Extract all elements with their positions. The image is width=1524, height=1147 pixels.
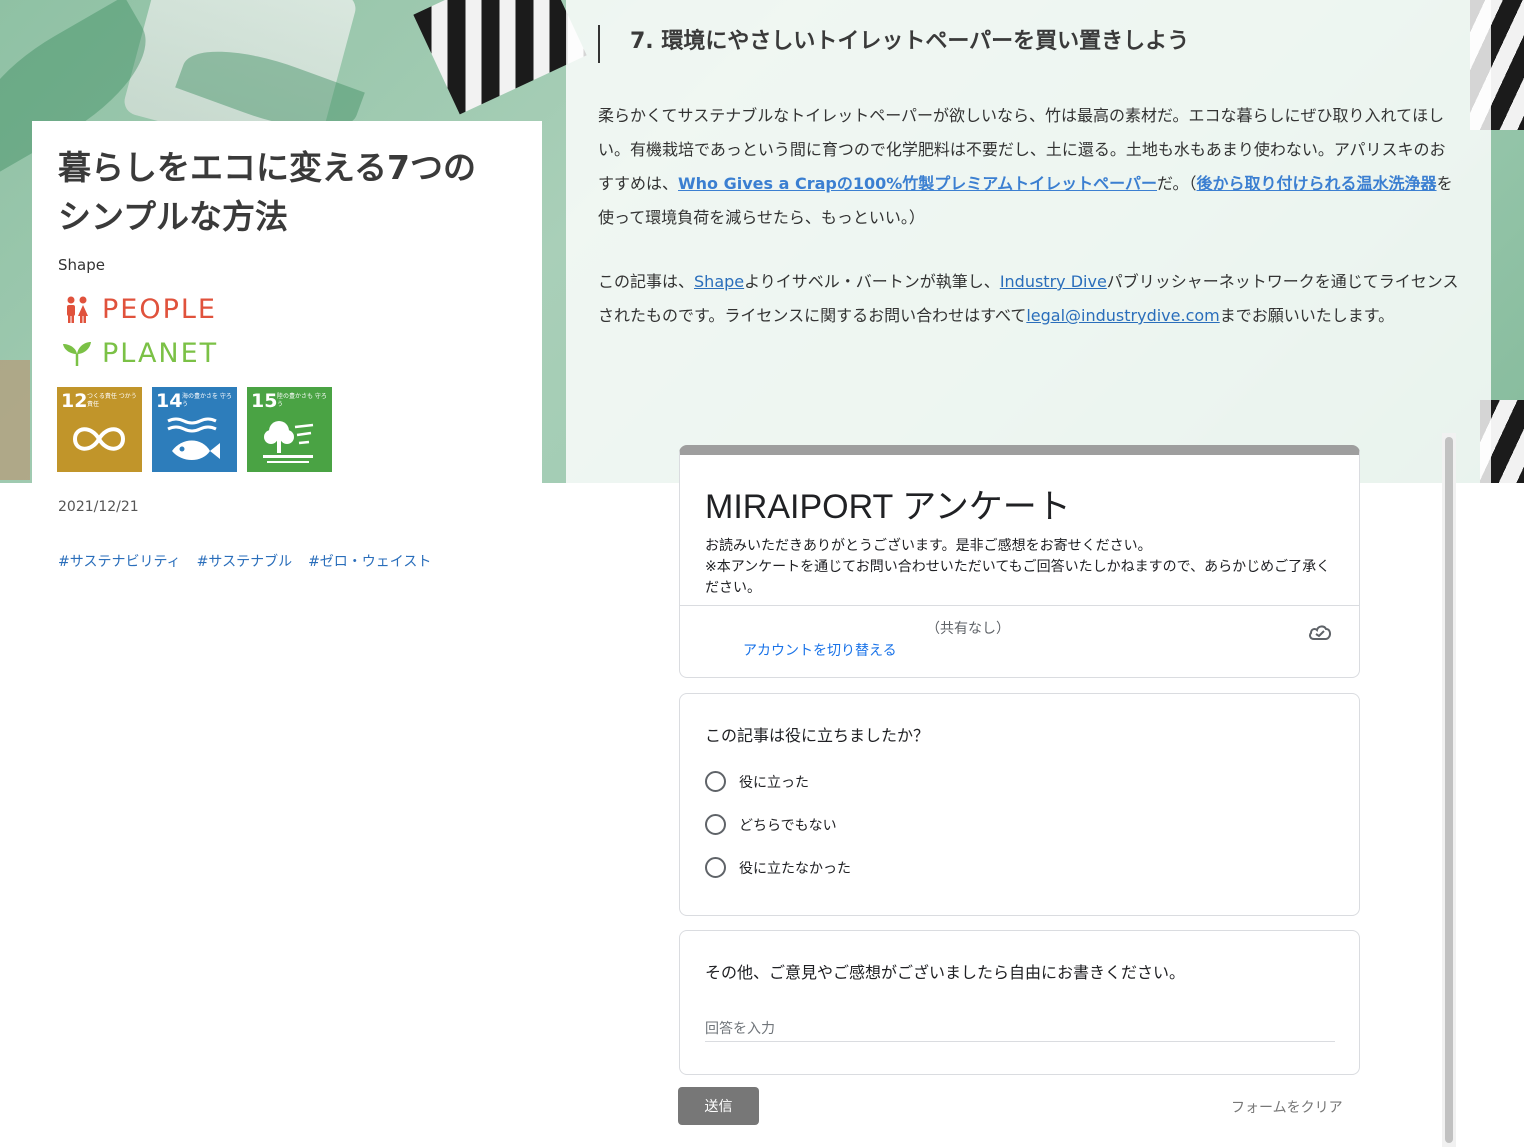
category-people-label: PEOPLE [102, 294, 217, 325]
tree-icon [263, 421, 314, 463]
article-source: Shape [58, 256, 105, 274]
scrollbar-thumb[interactable] [1445, 437, 1453, 1143]
radio-button[interactable] [705, 857, 726, 878]
question-card-helpful: この記事は役に立ちましたか？ 役に立った どちらでもない 役に立たなかった [679, 693, 1360, 916]
article-title-line: 暮らしをエコに変える7つの [58, 148, 476, 187]
sdg-label: 海の豊かさを 守ろう [182, 393, 232, 408]
radio-button[interactable] [705, 814, 726, 835]
article-title-line: シンプルな方法 [58, 197, 289, 236]
question-label: その他、ご意見やご感想がございましたら自由にお書きください。 [705, 963, 1186, 982]
sdg-label: つくる責任 つかう責任 [87, 393, 137, 408]
tag-link[interactable]: #サステナビリティ [58, 551, 181, 571]
paragraph-text: だ。（ [1157, 174, 1197, 193]
switch-account-link[interactable]: アカウントを切り替える [743, 640, 897, 660]
paragraph-text: よりイサベル・バートンが執筆し、 [744, 272, 1000, 291]
category-planet-label: PLANET [102, 338, 219, 369]
paragraph-text: この記事は、 [598, 272, 695, 291]
article-date: 2021/12/21 [58, 499, 139, 515]
form-description-line: ※本アンケートを通じてお問い合わせいただいてもご回答いたしかねますので、あらかじ… [705, 559, 1331, 596]
paragraph-text: までお願いいたします。 [1219, 306, 1395, 325]
tag-list: #サステナビリティ #サステナブル #ゼロ・ウェイスト [58, 551, 431, 571]
radio-option[interactable]: 役に立たなかった [705, 857, 851, 878]
sdg-number: 15 [251, 390, 278, 412]
radio-label: どちらでもない [739, 817, 837, 834]
decor-sponge [0, 360, 30, 480]
product-link[interactable]: Who Gives a Crapの100%竹製プレミアムトイレットペーパー [678, 174, 1157, 193]
form-scrollbar[interactable] [1442, 433, 1456, 1147]
form-description-line: お読みいただきありがとうございます。是非ご感想をお寄せください。 [705, 538, 1152, 554]
sdg-badges: 12 つくる責任 つかう責任 14 海の豊かさを 守ろう 15 陸の豊かさも 守… [57, 387, 332, 472]
tag-link[interactable]: #ゼロ・ウェイスト [308, 551, 431, 571]
page: 暮らしをエコに変える7つの シンプルな方法 Shape PEOPLE PLANE… [0, 0, 1524, 1147]
article-paragraph: 柔らかくてサステナブルなトイレットペーパーが欲しいなら、竹は最高の素材だ。エコな… [598, 99, 1460, 235]
infinity-icon [72, 427, 126, 451]
article-body-panel [566, 0, 1491, 483]
sdg-label: 陸の豊かさも 守ろう [277, 393, 327, 408]
question-label: この記事は役に立ちましたか？ [705, 726, 930, 745]
clear-form-link[interactable]: フォームをクリア [1231, 1097, 1343, 1117]
people-icon [62, 296, 92, 324]
answer-input[interactable] [705, 1016, 1335, 1042]
email-link[interactable]: legal@industrydive.com [1026, 306, 1219, 325]
account-email-redacted [744, 625, 914, 639]
radio-label: 役に立った [739, 774, 809, 791]
product-link[interactable]: 後から取り付けられる温水洗浄器 [1197, 174, 1437, 193]
article-credit-paragraph: この記事は、Shapeよりイサベル・バートンが執筆し、Industry Dive… [598, 265, 1460, 333]
form-header-card: MIRAIPORT アンケート お読みいただきありがとうございます。是非ご感想を… [679, 445, 1360, 678]
industry-dive-link[interactable]: Industry Dive [1000, 272, 1107, 291]
section-heading: 7. 環境にやさしいトイレットペーパーを買い置きしよう [598, 25, 1189, 63]
radio-option[interactable]: どちらでもない [705, 814, 837, 835]
no-share-label: （共有なし） [926, 621, 1010, 637]
tag-link[interactable]: #サステナブル [197, 551, 292, 571]
category-people[interactable]: PEOPLE [62, 294, 217, 325]
sdg-badge-15[interactable]: 15 陸の豊かさも 守ろう [247, 387, 332, 472]
form-title: MIRAIPORT アンケート [705, 488, 1071, 526]
form-description: お読みいただきありがとうございます。是非ご感想をお寄せください。 ※本アンケート… [705, 536, 1335, 599]
radio-option[interactable]: 役に立った [705, 771, 809, 792]
sdg-badge-14[interactable]: 14 海の豊かさを 守ろう [152, 387, 237, 472]
sdg-number: 14 [156, 390, 183, 412]
decor-stripe [413, 0, 587, 115]
sdg-badge-12[interactable]: 12 つくる責任 つかう責任 [57, 387, 142, 472]
fish-icon [167, 417, 220, 460]
radio-button[interactable] [705, 771, 726, 792]
article-title: 暮らしをエコに変える7つの シンプルな方法 [58, 143, 508, 241]
category-planet[interactable]: PLANET [62, 338, 218, 369]
cloud-saved-icon [1309, 625, 1331, 640]
divider [680, 605, 1359, 606]
sprout-icon [62, 340, 92, 368]
submit-button[interactable]: 送信 [678, 1087, 759, 1125]
shape-link[interactable]: Shape [694, 272, 744, 291]
sdg-number: 12 [61, 390, 88, 412]
question-card-comments: その他、ご意見やご感想がございましたら自由にお書きください。 [679, 930, 1360, 1075]
radio-label: 役に立たなかった [739, 860, 851, 877]
